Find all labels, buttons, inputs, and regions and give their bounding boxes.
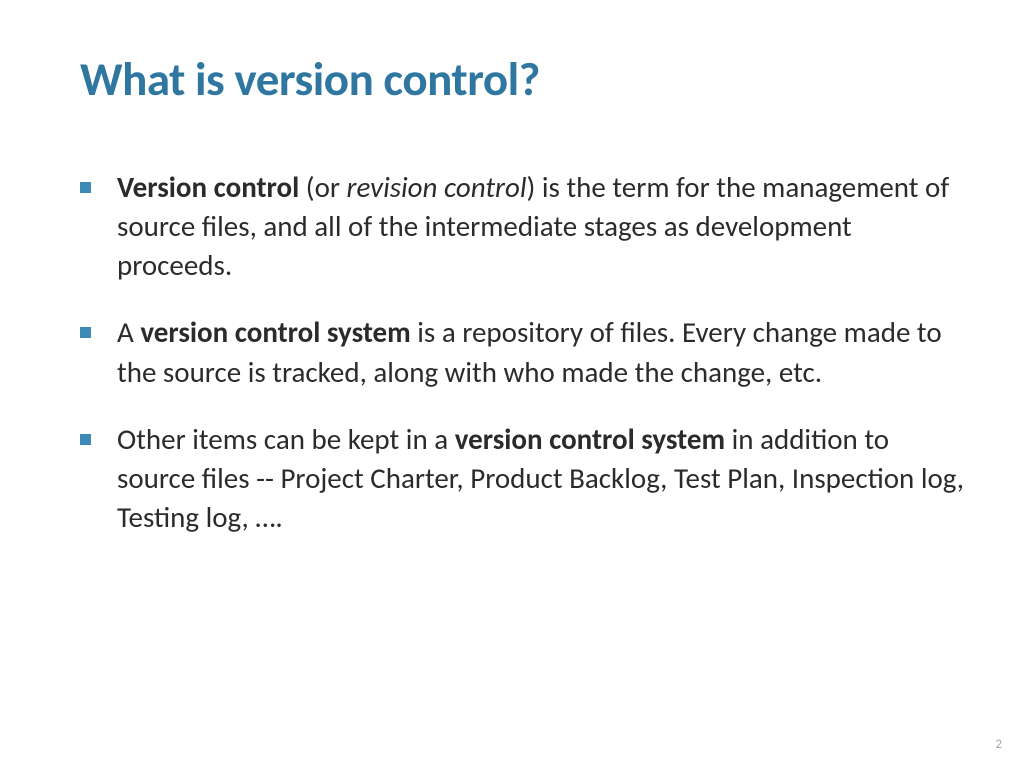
bullet-text: A version control system is a repository… bbox=[117, 313, 964, 391]
bullet-item: Other items can be kept in a version con… bbox=[80, 420, 964, 537]
bullet-marker-icon bbox=[80, 434, 91, 445]
slide-content: Version control (or revision control) is… bbox=[80, 168, 964, 537]
bullet-item: A version control system is a repository… bbox=[80, 313, 964, 391]
slide: What is version control? Version control… bbox=[0, 0, 1024, 768]
page-number: 2 bbox=[995, 737, 1002, 752]
bullet-text: Other items can be kept in a version con… bbox=[117, 420, 964, 537]
bullet-text: Version control (or revision control) is… bbox=[117, 168, 964, 285]
slide-title: What is version control? bbox=[80, 50, 964, 108]
bullet-marker-icon bbox=[80, 327, 91, 338]
bullet-marker-icon bbox=[80, 182, 91, 193]
bullet-item: Version control (or revision control) is… bbox=[80, 168, 964, 285]
